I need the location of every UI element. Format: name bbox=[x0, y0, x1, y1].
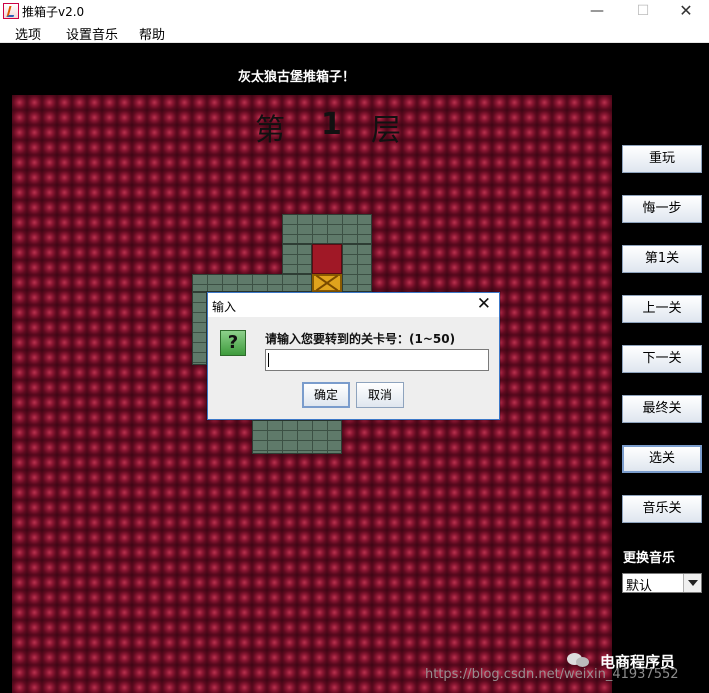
menu-help[interactable]: 帮助 bbox=[139, 24, 165, 43]
watermark-url: https://blog.csdn.net/weixin_41937552 bbox=[425, 667, 679, 682]
game-window: 推箱子v2.0 — ☐ ✕ 选项 设置音乐 帮助 灰太狼古堡推箱子！ 第 1 层… bbox=[0, 0, 709, 693]
menu-options[interactable]: 选项 bbox=[15, 24, 41, 43]
dialog-title: 输入 bbox=[212, 300, 237, 314]
maximize-button[interactable]: ☐ bbox=[620, 0, 666, 22]
replay-button[interactable]: 重玩 bbox=[622, 145, 702, 173]
chevron-down-icon[interactable] bbox=[683, 574, 701, 592]
minimize-button[interactable]: — bbox=[574, 0, 620, 22]
music-select-value: 默认 bbox=[626, 579, 653, 594]
wall-block bbox=[192, 292, 207, 365]
window-title: 推箱子v2.0 bbox=[22, 5, 85, 19]
level-title-prefix: 第 bbox=[255, 113, 285, 148]
java-app-icon bbox=[3, 3, 19, 19]
undo-button[interactable]: 悔一步 bbox=[622, 195, 702, 223]
game-heading: 灰太狼古堡推箱子！ bbox=[238, 70, 356, 85]
target-tile bbox=[312, 244, 342, 274]
title-bar: 推箱子v2.0 — ☐ ✕ bbox=[0, 0, 709, 22]
dialog-message: 请输入您要转到的关卡号：(1~50) bbox=[265, 332, 456, 346]
level-input-dialog: 输入 ✕ ? 请输入您要转到的关卡号：(1~50) 确定 取消 bbox=[207, 292, 500, 420]
close-button[interactable]: ✕ bbox=[663, 0, 709, 22]
level-title-number: 1 bbox=[321, 107, 342, 142]
final-level-button[interactable]: 最终关 bbox=[622, 395, 702, 423]
level-title-suffix: 层 bbox=[371, 113, 401, 148]
previous-level-button[interactable]: 上一关 bbox=[622, 295, 702, 323]
menu-music-settings[interactable]: 设置音乐 bbox=[66, 24, 118, 43]
next-level-button[interactable]: 下一关 bbox=[622, 345, 702, 373]
dialog-title-bar: 输入 ✕ bbox=[208, 293, 499, 317]
question-icon: ? bbox=[220, 330, 246, 356]
wall-block bbox=[342, 244, 372, 292]
change-music-label: 更换音乐 bbox=[623, 551, 676, 566]
menu-bar: 选项 设置音乐 帮助 bbox=[0, 22, 709, 43]
level-number-input[interactable] bbox=[265, 349, 489, 371]
cancel-button[interactable]: 取消 bbox=[356, 382, 404, 408]
wall-block bbox=[252, 420, 342, 454]
dialog-close-button[interactable]: ✕ bbox=[477, 294, 491, 314]
crate bbox=[312, 274, 342, 292]
wall-block bbox=[192, 274, 312, 292]
ok-button[interactable]: 确定 bbox=[302, 382, 350, 408]
select-level-button[interactable]: 选关 bbox=[622, 445, 702, 473]
music-off-button[interactable]: 音乐关 bbox=[622, 495, 702, 523]
first-level-button[interactable]: 第1关 bbox=[622, 245, 702, 273]
music-select[interactable]: 默认 bbox=[622, 573, 702, 594]
wall-block bbox=[282, 244, 312, 274]
wall-block bbox=[282, 214, 372, 244]
